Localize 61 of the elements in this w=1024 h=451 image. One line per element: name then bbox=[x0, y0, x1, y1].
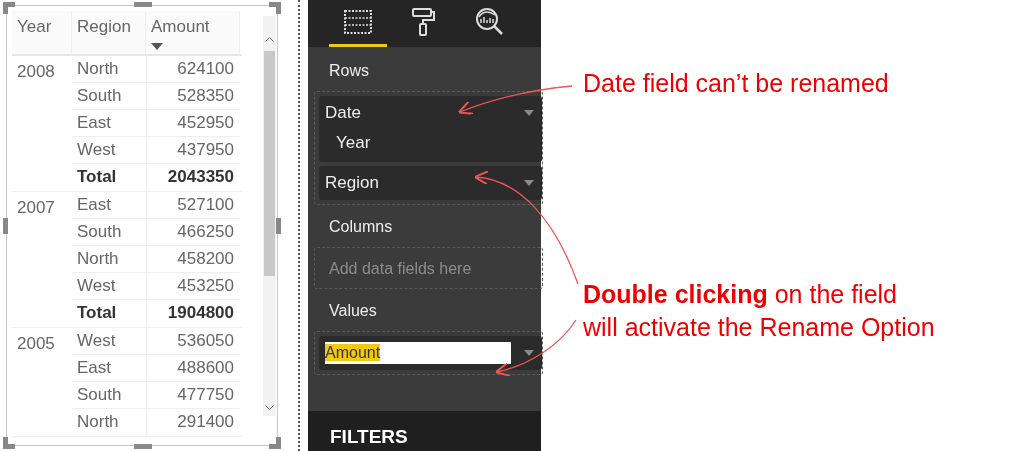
table-cell: 466250 bbox=[146, 219, 240, 245]
rename-field[interactable]: Amount bbox=[325, 341, 511, 364]
resize-handle[interactable] bbox=[3, 218, 8, 234]
filters-heading: FILTERS bbox=[330, 426, 408, 447]
table-cell-text: North bbox=[76, 248, 120, 270]
table-cell-text: South bbox=[76, 384, 123, 406]
drop-zone-placeholder: Add data fields here bbox=[328, 258, 473, 279]
table-cell: 452950 bbox=[146, 110, 240, 136]
scrollbar[interactable] bbox=[263, 16, 276, 416]
table-cell: 1904800 bbox=[146, 300, 240, 327]
table-cell-text: East bbox=[76, 194, 113, 216]
table-cell: 437950 bbox=[146, 137, 240, 163]
field-well[interactable]: Region bbox=[319, 165, 542, 200]
table-cell-text: South bbox=[76, 85, 123, 107]
table-cell-text: East bbox=[76, 357, 113, 379]
table-cell: 453250 bbox=[146, 273, 240, 299]
table-cell-text: West bbox=[76, 139, 117, 161]
field-well[interactable]: Date Year bbox=[319, 96, 542, 162]
scroll-up-icon[interactable] bbox=[265, 36, 274, 42]
table-cell: 291400 bbox=[146, 409, 240, 436]
annotation-text: Double clicking on the field will activate the Rename Option bbox=[583, 279, 936, 343]
table-icon bbox=[343, 8, 373, 36]
table-cell: 488600 bbox=[146, 355, 240, 381]
caret-icon[interactable] bbox=[524, 179, 534, 186]
table-cell: 2043350 bbox=[146, 164, 240, 191]
table-cell: 624100 bbox=[146, 56, 240, 82]
table-cell-text: East bbox=[76, 112, 113, 134]
section-title: Rows bbox=[328, 61, 370, 81]
field-name: Date bbox=[325, 102, 361, 125]
table-cell: 458200 bbox=[146, 246, 240, 272]
table-cell-text: South bbox=[76, 221, 123, 243]
table-cell: 477750 bbox=[146, 382, 240, 408]
caret-icon[interactable] bbox=[524, 110, 534, 116]
table-cell-text: 2007 bbox=[16, 197, 56, 219]
field-name: Region bbox=[325, 171, 379, 194]
table-cell-text: West bbox=[76, 275, 117, 297]
table-cell-text: West bbox=[76, 330, 117, 352]
drop-zone[interactable]: Date Year Region bbox=[314, 91, 543, 205]
column-header[interactable]: Year bbox=[12, 11, 72, 54]
table-cell: 527100 bbox=[146, 192, 240, 218]
table-cell-text: North bbox=[76, 411, 120, 433]
resize-handle[interactable] bbox=[134, 2, 152, 7]
table-cell-text: 2005 bbox=[16, 333, 56, 355]
caret-icon[interactable] bbox=[524, 349, 534, 356]
resize-handle[interactable] bbox=[276, 218, 281, 234]
table-cell: 536050 bbox=[146, 328, 240, 354]
table-cell-text: Total bbox=[76, 302, 118, 324]
field-name: Year bbox=[335, 132, 372, 154]
table-cell-text: North bbox=[76, 58, 120, 80]
column-header[interactable]: Region bbox=[72, 11, 146, 54]
section-title: Values bbox=[328, 300, 378, 321]
table-cell-text: Total bbox=[76, 166, 118, 188]
table-cell: 528350 bbox=[146, 83, 240, 109]
section-title: Columns bbox=[328, 216, 394, 237]
resize-handle[interactable] bbox=[134, 444, 152, 449]
annotation-text: Date field can’t be renamed bbox=[583, 68, 890, 99]
sort-down-icon bbox=[151, 42, 163, 50]
column-header[interactable]: Amount bbox=[146, 11, 240, 54]
paint-roller-icon bbox=[411, 7, 437, 37]
table-cell-text: 2008 bbox=[16, 61, 56, 83]
scroll-down-icon[interactable] bbox=[265, 405, 274, 411]
